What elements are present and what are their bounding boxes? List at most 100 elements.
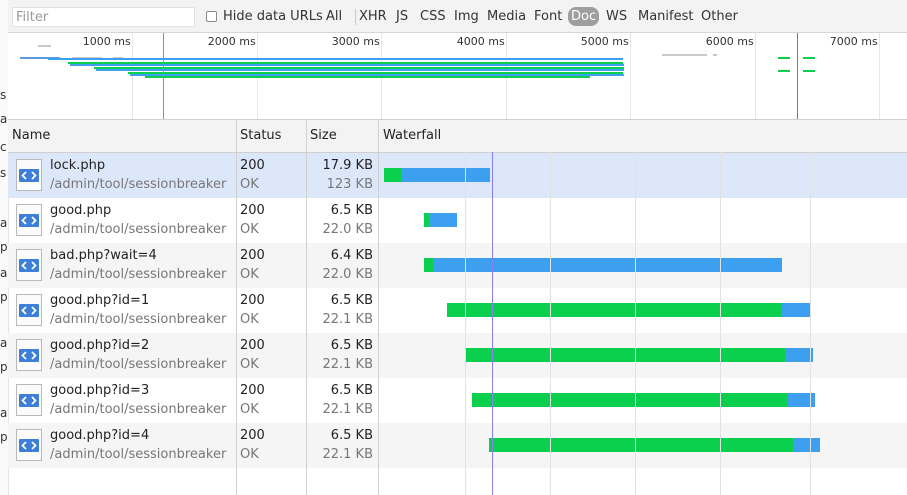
transfer-size: 6.4 KB <box>330 248 373 263</box>
column-header-status[interactable]: Status <box>236 120 281 152</box>
type-filter-all[interactable]: All <box>323 7 345 26</box>
status-code: 200 <box>240 203 265 218</box>
status-code: 200 <box>240 383 265 398</box>
overview-request-bar <box>713 54 717 56</box>
page-text-fragment: s <box>0 166 7 180</box>
table-row[interactable]: good.php?id=1/admin/tool/sessionbreaker 2… <box>8 288 907 333</box>
type-filter-img[interactable]: Img <box>451 7 482 26</box>
hide-data-urls-toggle[interactable]: Hide data URLs <box>206 9 323 24</box>
overview-tick-label: 2000 ms <box>207 35 256 48</box>
table-row[interactable]: bad.php?wait=4/admin/tool/sessionbreaker… <box>8 243 907 288</box>
request-name: good.php?id=2 <box>50 338 150 353</box>
request-path: /admin/tool/sessionbreaker <box>50 357 227 372</box>
status-text: OK <box>240 177 259 192</box>
transfer-size: 6.5 KB <box>330 293 373 308</box>
overview-request-bar <box>662 54 707 56</box>
overview-tick-label: 3000 ms <box>331 35 380 48</box>
overview-request-bar <box>778 57 790 59</box>
hide-data-urls-label: Hide data URLs <box>223 9 323 24</box>
waterfall-download-bar <box>793 438 820 452</box>
html-document-icon <box>16 204 42 236</box>
type-filter-manifest[interactable]: Manifest <box>635 7 696 26</box>
column-divider[interactable] <box>378 120 379 495</box>
request-name: good.php <box>50 203 112 218</box>
page-text-fragment: p <box>0 430 8 444</box>
column-divider[interactable] <box>306 120 307 495</box>
filter-input[interactable] <box>12 7 195 27</box>
overview-gridline <box>132 33 133 119</box>
overview-tick-label: 7000 ms <box>829 35 878 48</box>
transfer-size: 6.5 KB <box>330 428 373 443</box>
request-name: bad.php?wait=4 <box>50 248 157 263</box>
filter-toolbar: Hide data URLs All XHRJS CSSImgMediaFontDo… <box>8 0 907 33</box>
waterfall-waiting-bar <box>424 258 433 272</box>
type-filter-media[interactable]: Media <box>484 7 529 26</box>
resource-size: 22.1 KB <box>322 357 373 372</box>
overview-gridline <box>755 33 756 119</box>
timeline-overview[interactable]: 1000 ms 2000 ms 3000 ms 4000 ms 5000 ms 6000 … <box>8 33 907 120</box>
html-document-icon <box>16 249 42 281</box>
type-filter-js[interactable]: JS <box>393 7 411 26</box>
page-text-fragment: a <box>0 216 8 230</box>
page-text-fragment: p <box>0 360 8 374</box>
status-text: OK <box>240 267 259 282</box>
html-document-icon <box>16 339 42 371</box>
resource-size: 22.0 KB <box>322 222 373 237</box>
waterfall-download-bar <box>785 348 813 362</box>
waterfall-download-bar <box>782 303 811 317</box>
table-row[interactable]: lock.php/admin/tool/sessionbreaker 200 OK 1… <box>8 153 907 198</box>
waterfall-dom-content-loaded-line <box>492 152 493 495</box>
status-code: 200 <box>240 158 265 173</box>
overview-request-bar <box>803 57 815 59</box>
type-filter-css[interactable]: CSS <box>417 7 449 26</box>
table-row[interactable]: good.php/admin/tool/sessionbreaker 200 OK 6… <box>8 198 907 243</box>
page-text-fragment: s <box>0 88 7 102</box>
waterfall-waiting-bar <box>489 438 793 452</box>
overview-request-bar <box>778 70 790 72</box>
html-document-icon <box>16 294 42 326</box>
overview-request-bar <box>145 76 590 78</box>
status-text: OK <box>240 447 259 462</box>
status-code: 200 <box>240 293 265 308</box>
request-name: good.php?id=3 <box>50 383 150 398</box>
hide-data-urls-checkbox[interactable] <box>206 11 217 22</box>
html-document-icon <box>16 429 42 461</box>
type-filter-other[interactable]: Other <box>698 7 741 26</box>
status-code: 200 <box>240 428 265 443</box>
table-row[interactable]: good.php?id=4/admin/tool/sessionbreaker 2… <box>8 423 907 468</box>
resource-size: 22.1 KB <box>322 312 373 327</box>
table-row[interactable]: good.php?id=3/admin/tool/sessionbreaker 2… <box>8 378 907 423</box>
type-filter-xhr[interactable]: XHR <box>356 7 390 26</box>
page-text-fragment: c <box>0 140 7 154</box>
status-text: OK <box>240 357 259 372</box>
request-path: /admin/tool/sessionbreaker <box>50 402 227 417</box>
type-filter-ws[interactable]: WS <box>603 7 630 26</box>
waterfall-download-bar <box>433 258 782 272</box>
resource-size: 22.1 KB <box>322 447 373 462</box>
load-event-marker <box>797 33 798 119</box>
resource-size: 123 KB <box>326 177 373 192</box>
page-text-fragment: a <box>0 266 8 280</box>
table-row[interactable]: good.php?id=2/admin/tool/sessionbreaker 2… <box>8 333 907 378</box>
request-name: lock.php <box>50 158 106 173</box>
status-code: 200 <box>240 338 265 353</box>
column-divider[interactable] <box>236 120 237 495</box>
overview-request-bar <box>48 58 623 60</box>
type-filter-doc[interactable]: Doc <box>568 7 600 26</box>
request-path: /admin/tool/sessionbreaker <box>50 447 227 462</box>
request-name: good.php?id=1 <box>50 293 150 308</box>
overview-request-bar <box>803 70 815 72</box>
status-text: OK <box>240 312 259 327</box>
overview-tick-label: 6000 ms <box>705 35 754 48</box>
type-filter-font[interactable]: Font <box>531 7 565 26</box>
column-header-size[interactable]: Size <box>306 120 337 152</box>
page-text-fragment: a <box>0 112 8 126</box>
transfer-size: 6.5 KB <box>330 203 373 218</box>
resource-size: 22.0 KB <box>322 267 373 282</box>
waterfall-waiting-bar <box>472 393 788 407</box>
column-header-name[interactable]: Name <box>8 120 50 152</box>
waterfall-download-bar <box>401 168 490 182</box>
column-header-waterfall[interactable]: Waterfall <box>379 120 441 152</box>
network-request-table: Name Status Size Waterfall lock.php/admi… <box>8 120 907 495</box>
waterfall-gridline <box>720 152 721 495</box>
